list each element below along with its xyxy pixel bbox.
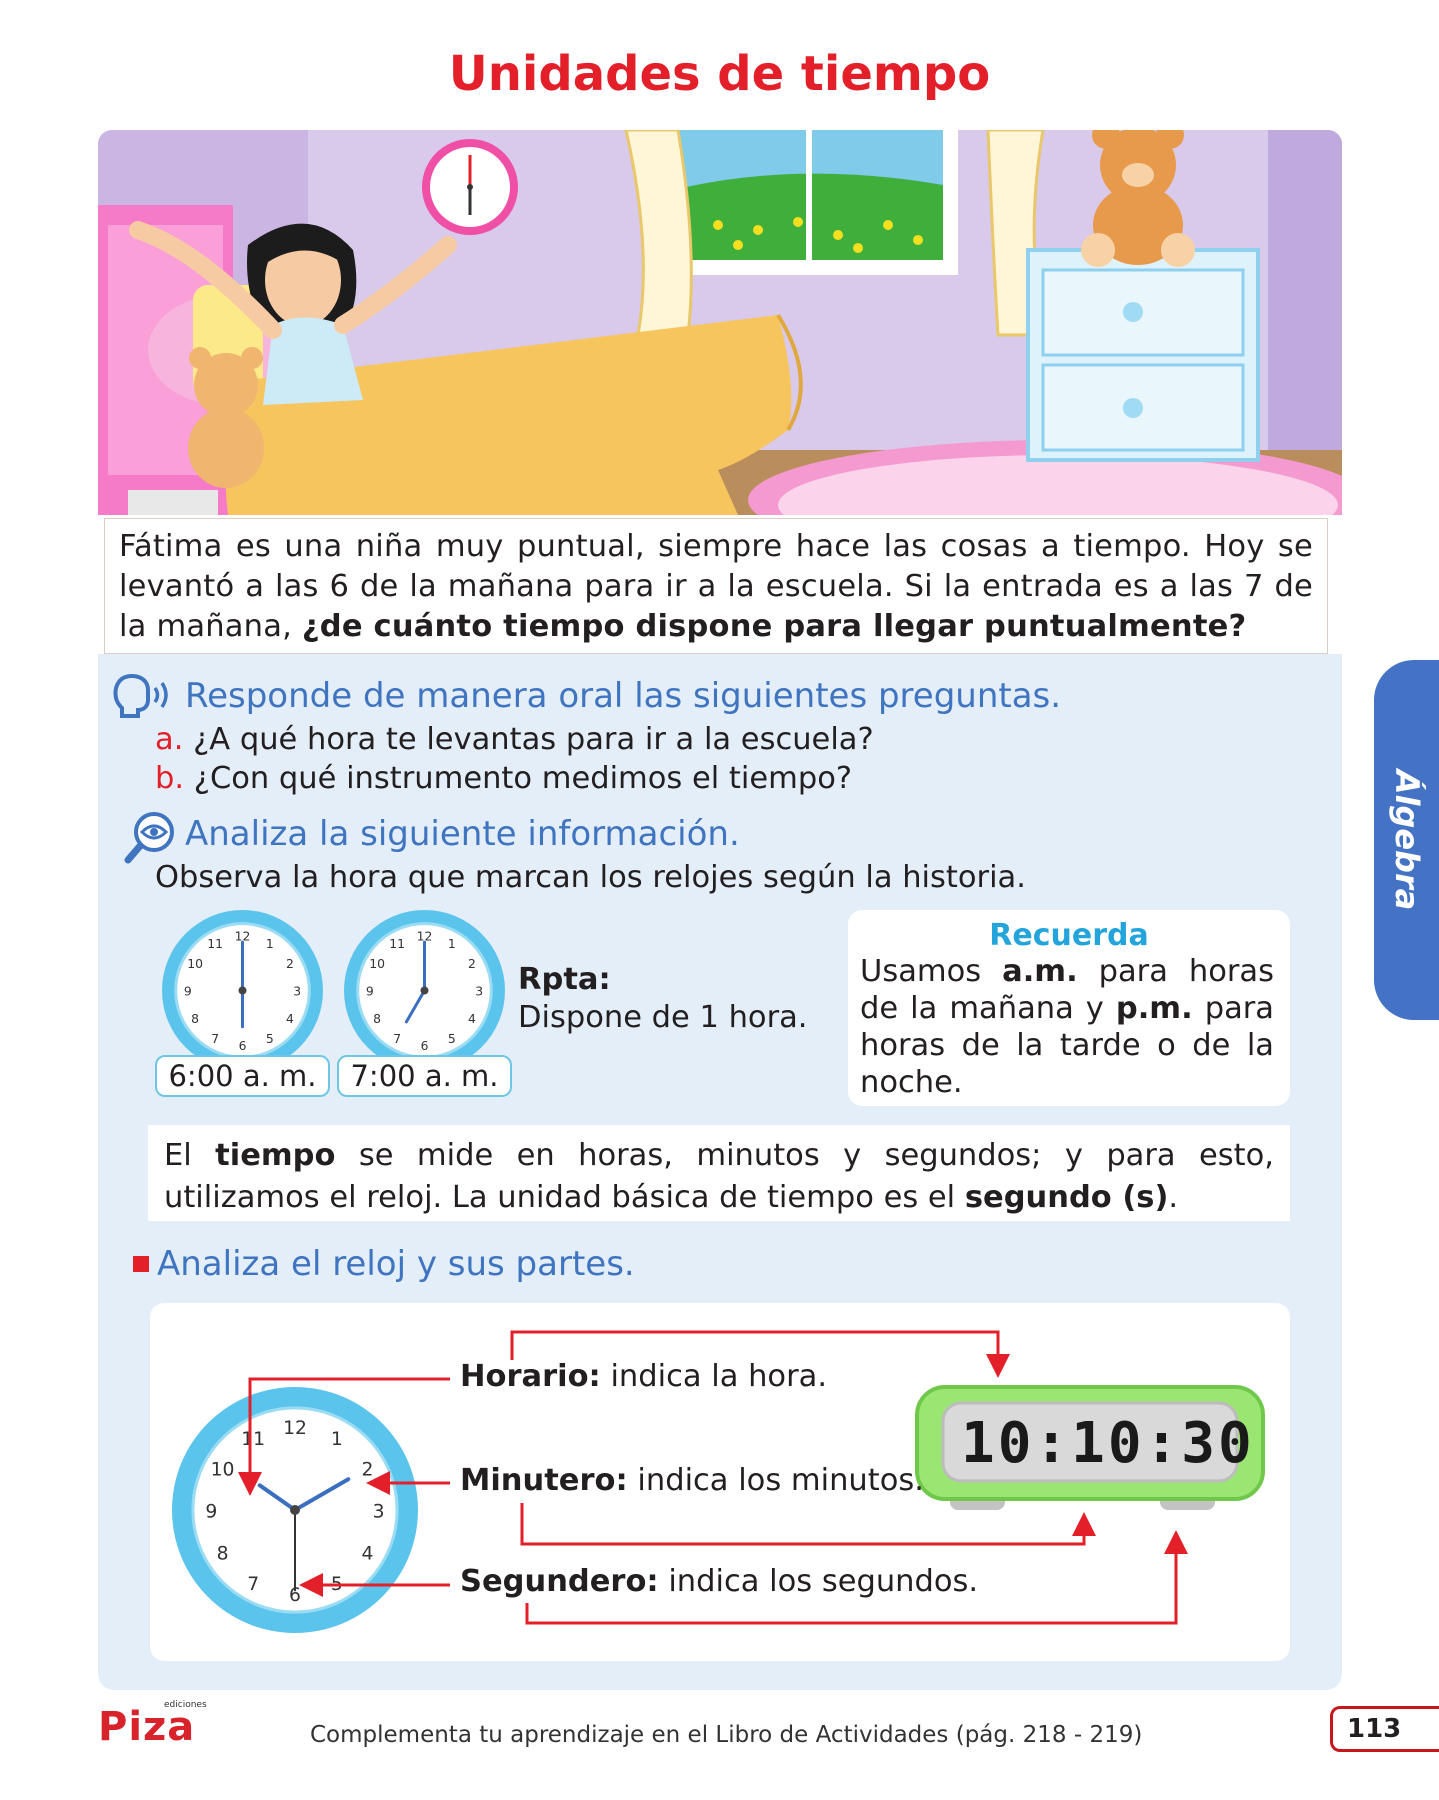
part-minute: Minutero: indica los minutos. xyxy=(460,1463,924,1498)
hour-hand-arrow xyxy=(238,1377,450,1496)
part-hour: Horario: indica la hora. xyxy=(460,1359,827,1394)
logo-name: Piza xyxy=(98,1704,196,1750)
minute-to-digital-arrow xyxy=(520,1503,1096,1546)
part-arrows xyxy=(238,1330,1188,1625)
part-second-desc: indica los segundos. xyxy=(658,1564,979,1599)
part-second: Segundero: indica los segundos. xyxy=(460,1564,978,1599)
page-number: 113 xyxy=(1330,1706,1439,1752)
part-minute-desc: indica los minutos. xyxy=(627,1463,924,1498)
logo-small: ediciones xyxy=(164,1700,207,1710)
part-hour-desc: indica la hora. xyxy=(600,1359,828,1394)
part-second-term: Segundero: xyxy=(460,1564,659,1599)
publisher-logo: Piza ediciones xyxy=(98,1700,207,1750)
part-hour-term: Horario: xyxy=(460,1359,601,1394)
part-minute-term: Minutero: xyxy=(460,1463,628,1498)
footer-note: Complementa tu aprendizaje en el Libro d… xyxy=(310,1722,1143,1748)
